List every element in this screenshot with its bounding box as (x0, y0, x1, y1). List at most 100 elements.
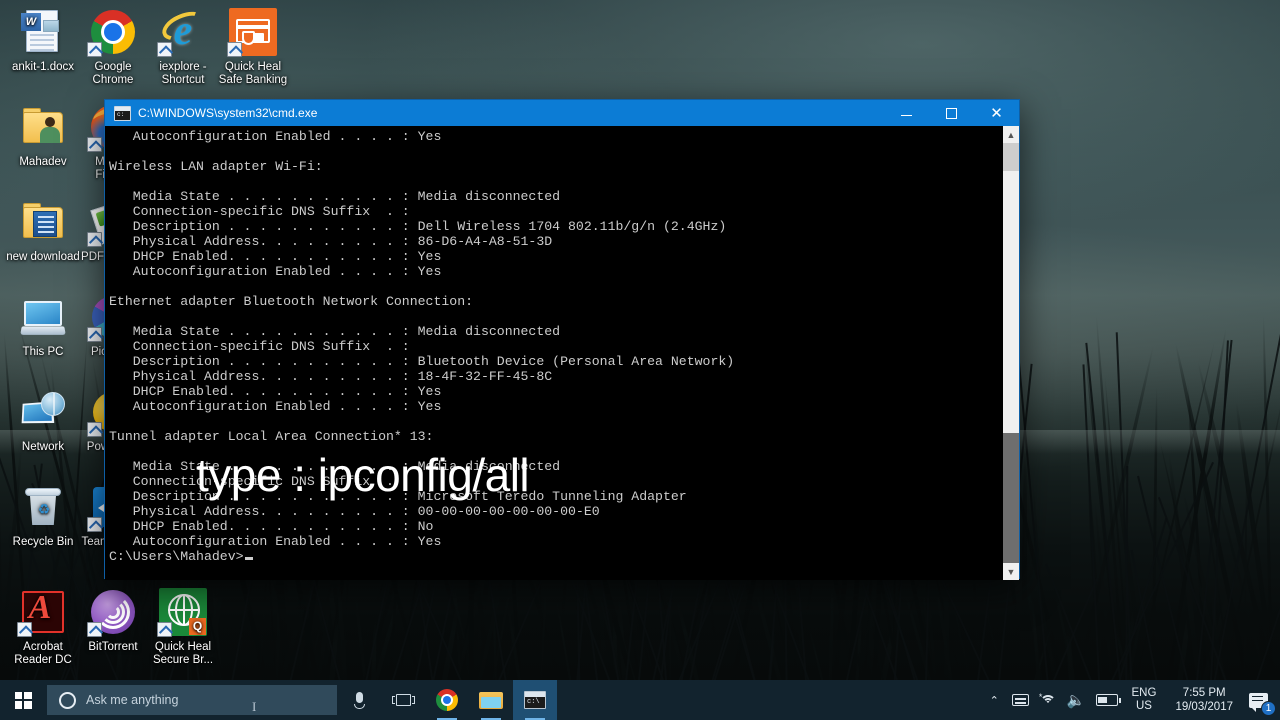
shortcut-arrow-icon (87, 42, 102, 57)
desktop-icon-chrome[interactable]: Google Chrome (76, 8, 150, 87)
taskbar[interactable]: Ask me anything I c:\ ⌃ * 🔈 ENG US 7:55 … (0, 680, 1280, 720)
language-indicator[interactable]: ENG US (1123, 680, 1166, 720)
desktop-icon-bittorrent[interactable]: BitTorrent (76, 588, 150, 654)
shortcut-arrow-icon (87, 517, 102, 532)
scrollbar-track[interactable] (1003, 143, 1019, 563)
maximize-button[interactable] (929, 100, 974, 126)
desktop-icon-label: This PC (22, 346, 64, 358)
cmd-taskbar-icon (524, 691, 546, 709)
clock-time: 7:55 PM (1182, 687, 1226, 699)
cmd-icon (114, 105, 131, 121)
desktop-icon-recyclebin[interactable]: ♻ Recycle Bin (6, 483, 80, 549)
desktop-icon-label: Google Chrome (92, 61, 134, 86)
qh-icon (227, 8, 277, 57)
battery-icon (1095, 694, 1121, 706)
ie-icon: e (157, 6, 208, 57)
clock-date: 19/03/2017 (1175, 701, 1233, 713)
console-output-area[interactable]: Autoconfiguration Enabled . . . . : Yes … (105, 126, 1002, 580)
grass-blade (1150, 385, 1159, 720)
desktop-icon-acrobat[interactable]: A Acrobat Reader DC (6, 588, 80, 667)
thispc-icon (19, 293, 67, 341)
desktop-icon-label: new download (6, 251, 80, 263)
shortcut-arrow-icon (87, 422, 102, 437)
desktop-icon-folder-doc[interactable]: new download (6, 198, 80, 264)
scroll-up-button[interactable]: ▲ (1003, 126, 1019, 143)
desktop-icon-qhsecure[interactable]: Q Quick Heal Secure Br... (146, 588, 220, 667)
folder-user-icon (19, 103, 67, 151)
desktop-icon-label: Quick Heal Secure Br... (152, 641, 214, 666)
desktop-icon-folder-user[interactable]: Mahadev (6, 103, 80, 169)
grass-blade (1095, 314, 1129, 720)
grass-blade (1159, 328, 1228, 720)
battery-button[interactable] (1091, 680, 1123, 720)
mic-capsule (355, 691, 363, 703)
notification-count-badge: 1 (1261, 701, 1276, 716)
clock[interactable]: 7:55 PM 19/03/2017 (1165, 680, 1243, 720)
desktop-icon-label: Mahadev (19, 156, 67, 168)
grass-blade (1173, 342, 1258, 720)
desktop-icon-label: ankit-1.docx (11, 61, 74, 73)
acrobat-icon: A (17, 588, 67, 637)
desktop-icon-label: Quick Heal Safe Banking (218, 61, 288, 86)
shortcut-arrow-icon (17, 622, 32, 637)
cmd-window[interactable]: C:\WINDOWS\system32\cmd.exe ✕ Autoconfig… (104, 99, 1020, 580)
desktop[interactable]: Wankit-1.docx Google Chrome e iexplore - Sh… (0, 0, 1280, 720)
notification-center-button[interactable]: 1 (1243, 680, 1280, 720)
scrollbar-thumb[interactable] (1003, 433, 1019, 563)
grass-stem (1243, 369, 1280, 720)
console-scrollbar[interactable]: ▲ ▼ (1002, 126, 1019, 580)
task-view-icon[interactable] (381, 680, 425, 720)
grass-blade (1157, 435, 1224, 720)
grass-blade (1126, 339, 1217, 720)
desktop-icon-label: BitTorrent (88, 641, 138, 653)
tutorial-caption-overlay: type : ipconfig/all (196, 449, 530, 501)
grass-stem (1205, 308, 1280, 720)
console-prompt: C:\Users\Mahadev> (109, 549, 244, 564)
taskbar-item-chrome[interactable] (425, 680, 469, 720)
taskview-center-rect (395, 694, 411, 706)
grass-blade (1186, 382, 1211, 720)
scroll-down-button[interactable]: ▼ (1003, 563, 1019, 580)
minimize-icon (901, 114, 912, 116)
taskview-right-edge (411, 696, 415, 704)
cmd-body: Autoconfiguration Enabled . . . . : Yes … (105, 126, 1019, 580)
search-box[interactable]: Ask me anything I (47, 685, 337, 715)
mic-stand (353, 703, 365, 709)
language-line-2: US (1135, 700, 1152, 712)
desktop-icon-network[interactable]: Network (6, 388, 80, 454)
cortana-ring-icon (59, 691, 76, 709)
bittorrent-icon (87, 588, 137, 637)
desktop-icon-docx[interactable]: Wankit-1.docx (6, 8, 80, 74)
grass-blade (1261, 314, 1274, 720)
volume-button[interactable]: 🔈 (1062, 680, 1091, 720)
grass-blade (1066, 345, 1156, 720)
taskbar-item-explorer[interactable] (469, 680, 513, 720)
network-button[interactable]: * (1034, 680, 1062, 720)
chrome-icon (87, 8, 137, 57)
taskbar-item-cmd[interactable] (513, 680, 557, 720)
taskview-left-edge (391, 696, 395, 704)
docx-icon: W (19, 8, 67, 56)
shortcut-arrow-icon (157, 622, 172, 637)
file-explorer-icon (479, 690, 503, 710)
language-line-1: ENG (1131, 687, 1157, 699)
desktop-icon-thispc[interactable]: This PC (6, 293, 80, 359)
desktop-icon-label: Network (21, 441, 65, 453)
microphone-icon[interactable] (337, 680, 381, 720)
show-hidden-icons-button[interactable]: ⌃ (982, 680, 1007, 720)
close-button[interactable]: ✕ (974, 100, 1019, 126)
desktop-icon-label: Acrobat Reader DC (14, 641, 72, 666)
recyclebin-icon: ♻ (19, 483, 67, 531)
keyboard-layout-button[interactable] (1007, 680, 1034, 720)
shortcut-arrow-icon (87, 622, 102, 637)
windows-logo-icon (14, 691, 32, 709)
minimize-button[interactable] (884, 100, 929, 126)
shortcut-arrow-icon (87, 232, 102, 247)
start-button[interactable] (0, 680, 46, 720)
scrollbar-thumb-upper[interactable] (1003, 143, 1019, 171)
desktop-icon-label: Recycle Bin (12, 536, 74, 548)
cmd-titlebar[interactable]: C:\WINDOWS\system32\cmd.exe ✕ (105, 100, 1019, 126)
desktop-icon-qh[interactable]: Quick Heal Safe Banking (216, 8, 290, 87)
grass-blade (1196, 360, 1280, 720)
desktop-icon-ie[interactable]: e iexplore - Shortcut (146, 6, 220, 87)
